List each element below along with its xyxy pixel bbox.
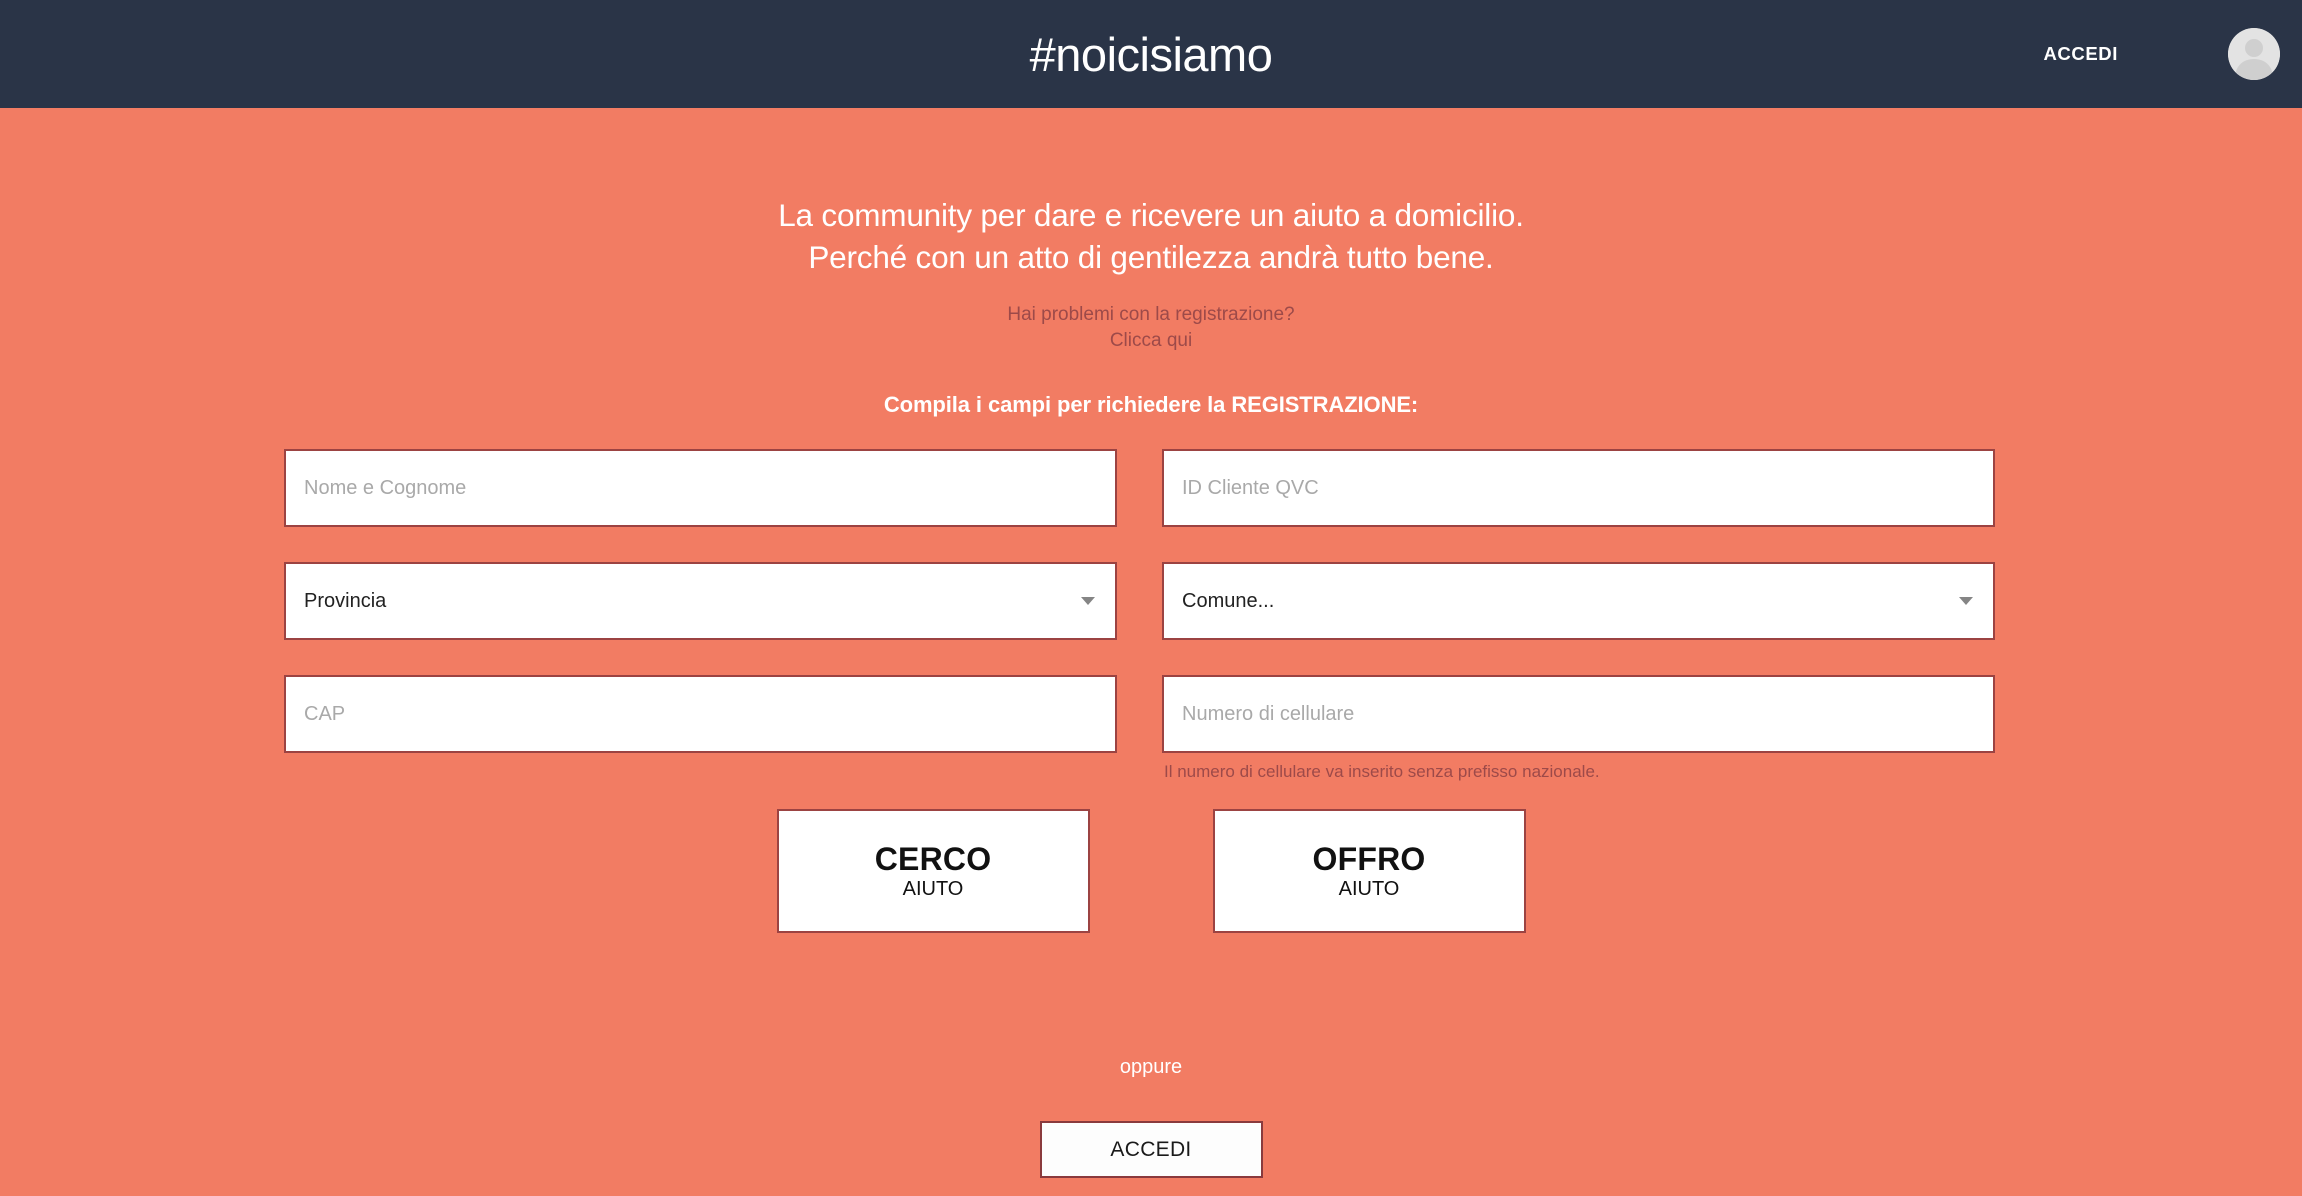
form-col-right-2: Comune... <box>1162 562 1995 641</box>
id-cliente-qvc-input[interactable]: ID Cliente QVC <box>1162 449 1995 528</box>
form-col-right-3: Numero di cellulare Il numero di cellula… <box>1162 675 1995 782</box>
registration-help: Hai problemi con la registrazione? Clicc… <box>0 302 2302 354</box>
comune-select-value: Comune... <box>1182 590 1275 613</box>
registration-form: Nome e Cognome ID Cliente QVC Provincia … <box>284 449 2018 1179</box>
action-buttons: CERCO AIUTO OFFRO AIUTO <box>284 809 2018 934</box>
avatar[interactable] <box>2228 28 2280 80</box>
form-col-left-1: Nome e Cognome <box>284 449 1117 528</box>
form-heading: Compila i campi per richiedere la REGIST… <box>883 392 1419 418</box>
hero-tagline: La community per dare e ricevere un aiut… <box>0 194 2302 278</box>
form-row-2: Provincia Comune... <box>284 562 2018 641</box>
header-login-link[interactable]: ACCEDI <box>2043 43 2118 65</box>
chevron-down-icon <box>1959 597 1973 606</box>
form-row-1: Nome e Cognome ID Cliente QVC <box>284 449 2018 528</box>
help-click-here-link[interactable]: Clicca qui <box>0 328 2302 354</box>
offro-label: OFFRO <box>1312 841 1426 878</box>
provincia-select[interactable]: Provincia <box>284 562 1117 641</box>
cerco-aiuto-button[interactable]: CERCO AIUTO <box>776 809 1090 934</box>
header-actions: ACCEDI <box>2043 0 2302 108</box>
help-question: Hai problemi con la registrazione? <box>1007 304 1295 326</box>
row-spacer-1 <box>284 527 2018 562</box>
oppure-separator: oppure <box>1119 1056 1183 1079</box>
site-header: #noicisiamo ACCEDI <box>0 0 2302 108</box>
form-col-right-1: ID Cliente QVC <box>1162 449 1995 528</box>
cellulare-helper-text: Il numero di cellulare va inserito senza… <box>1164 762 1600 782</box>
tagline-line-1: La community per dare e ricevere un aiut… <box>778 197 1524 233</box>
accedi-button[interactable]: ACCEDI <box>1039 1121 1263 1179</box>
cerco-label: CERCO <box>874 841 992 878</box>
form-col-left-3: CAP <box>284 675 1117 782</box>
nome-cognome-input[interactable]: Nome e Cognome <box>284 449 1117 528</box>
provincia-select-value: Provincia <box>304 590 387 613</box>
row-spacer-2 <box>284 640 2018 675</box>
numero-cellulare-input[interactable]: Numero di cellulare <box>1162 675 1995 754</box>
chevron-down-icon <box>1081 597 1095 606</box>
form-col-left-2: Provincia <box>284 562 1117 641</box>
form-row-3: CAP Numero di cellulare Il numero di cel… <box>284 675 2018 782</box>
offro-aiuto-button[interactable]: OFFRO AIUTO <box>1212 809 1526 934</box>
cap-input[interactable]: CAP <box>284 675 1117 754</box>
brand-title: #noicisiamo <box>1029 27 1273 81</box>
user-avatar-icon <box>2228 28 2280 80</box>
main-content: La community per dare e ricevere un aiut… <box>0 194 2302 1196</box>
offro-sublabel: AIUTO <box>1338 877 1400 900</box>
comune-select[interactable]: Comune... <box>1162 562 1995 641</box>
login-button-row: ACCEDI <box>284 1121 2018 1179</box>
cerco-sublabel: AIUTO <box>902 877 964 900</box>
tagline-line-2: Perché con un atto di gentilezza andrà t… <box>808 239 1494 276</box>
